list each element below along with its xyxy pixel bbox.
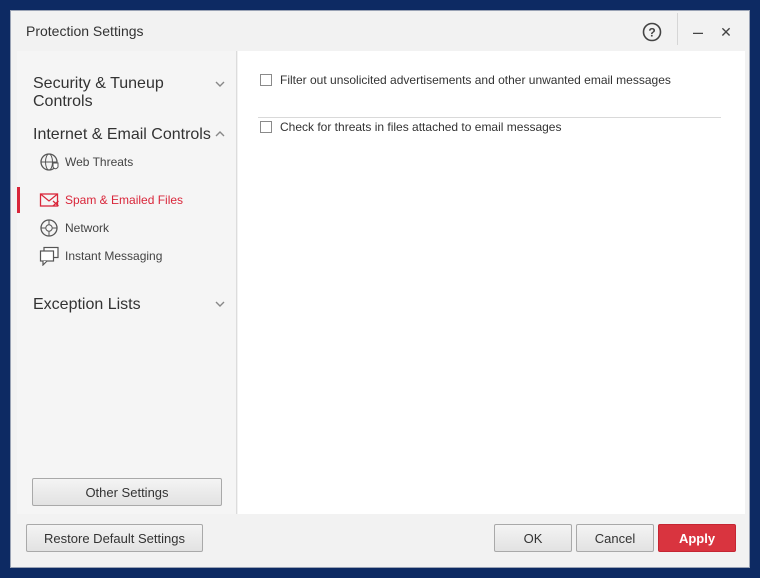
- chevron-up-icon[interactable]: [214, 128, 226, 140]
- sidebar-item-label: Spam & Emailed Files: [65, 193, 184, 207]
- apply-button[interactable]: Apply: [658, 524, 736, 552]
- chevron-down-icon[interactable]: [214, 298, 226, 310]
- minimize-icon: –: [692, 21, 703, 42]
- help-circle-icon: ?: [642, 22, 662, 42]
- titlebar-separator: [677, 13, 678, 45]
- svg-text:?: ?: [648, 26, 655, 40]
- restore-default-settings-button[interactable]: Restore Default Settings: [26, 524, 203, 552]
- sidebar-item-web-threats[interactable]: Web Threats: [39, 151, 133, 173]
- cancel-button[interactable]: Cancel: [576, 524, 654, 552]
- sidebar-item-spam-emailed-files[interactable]: Spam & Emailed Files: [39, 189, 183, 211]
- section-security-tuneup[interactable]: Security & Tuneup Controls: [33, 75, 164, 111]
- sidebar-item-instant-messaging[interactable]: Instant Messaging: [39, 245, 162, 267]
- network-globe-icon: [40, 219, 58, 237]
- sidebar: Security & Tuneup Controls Internet & Em…: [17, 51, 237, 514]
- main-content: Filter out unsolicited advertisements an…: [238, 51, 745, 514]
- section-label-line2: Controls: [33, 93, 93, 110]
- chat-bubbles-icon: [39, 246, 59, 266]
- option-label: Check for threats in files attached to e…: [280, 120, 562, 134]
- sidebar-item-network[interactable]: Network: [39, 217, 109, 239]
- sidebar-item-label: Web Threats: [65, 155, 134, 169]
- protection-settings-window: Protection Settings ? – ✕ Security & Tun…: [10, 10, 750, 568]
- ok-button[interactable]: OK: [494, 524, 572, 552]
- chevron-down-icon[interactable]: [214, 78, 226, 90]
- globe-shield-icon: [40, 153, 59, 171]
- active-indicator: [17, 187, 20, 213]
- button-label: Apply: [678, 530, 716, 546]
- title-bar[interactable]: Protection Settings ? – ✕: [11, 11, 749, 51]
- other-settings-button[interactable]: Other Settings: [32, 478, 222, 506]
- footer-bar: Restore Default Settings OK Cancel Apply: [11, 514, 749, 567]
- section-internet-email[interactable]: Internet & Email Controls: [33, 126, 211, 144]
- sidebar-item-label: Instant Messaging: [65, 249, 163, 263]
- button-label: OK: [523, 530, 543, 546]
- button-label: Cancel: [594, 530, 636, 546]
- close-icon: ✕: [720, 23, 732, 40]
- filter-spam-checkbox[interactable]: [260, 74, 272, 86]
- option-divider: [258, 117, 721, 118]
- option-label: Filter out unsolicited advertisements an…: [280, 73, 671, 87]
- section-label: Internet & Email Controls: [33, 126, 211, 143]
- option-filter-spam[interactable]: Filter out unsolicited advertisements an…: [260, 73, 671, 87]
- window-title: Protection Settings: [26, 23, 144, 39]
- button-label: Other Settings: [85, 484, 169, 500]
- help-button[interactable]: ?: [639, 19, 665, 45]
- check-attachments-checkbox[interactable]: [260, 121, 272, 133]
- section-exception-lists[interactable]: Exception Lists: [33, 296, 141, 314]
- envelope-icon: [39, 193, 59, 207]
- close-button[interactable]: ✕: [713, 19, 739, 45]
- sidebar-item-label: Network: [65, 221, 110, 235]
- section-label: Security & Tuneup: [33, 75, 164, 92]
- option-check-attachments[interactable]: Check for threats in files attached to e…: [260, 120, 561, 134]
- section-label: Exception Lists: [33, 296, 141, 313]
- minimize-button[interactable]: –: [685, 19, 711, 45]
- button-label: Restore Default Settings: [44, 530, 185, 546]
